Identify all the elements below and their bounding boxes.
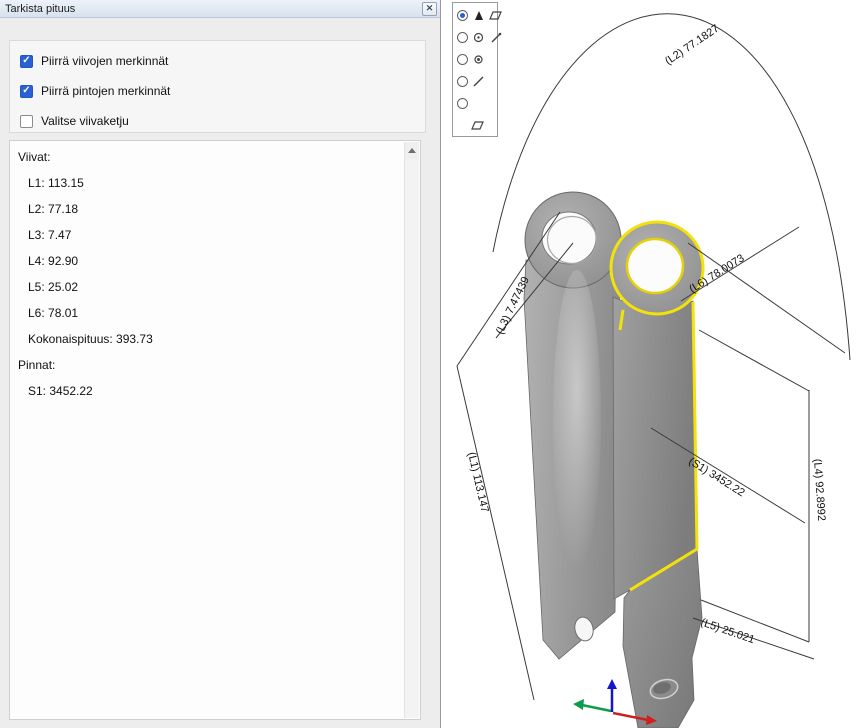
draw-line-labels-label: Piirrä viivojen merkinnät xyxy=(41,54,168,68)
filter-radio-vertex[interactable] xyxy=(457,32,468,43)
list-item: L2: 77.18 xyxy=(10,196,420,222)
filter-radio-point[interactable] xyxy=(457,54,468,65)
lines-header: Viivat: xyxy=(10,144,420,170)
draw-surface-labels-checkbox[interactable] xyxy=(20,85,33,98)
cursor-arrow-icon xyxy=(472,9,485,22)
scroll-up-icon xyxy=(408,148,416,153)
annotation-l2: (L2) 77.1827 xyxy=(663,23,721,68)
part-web-face[interactable] xyxy=(613,297,697,599)
filter-row-face-only xyxy=(457,118,494,132)
total-length-item: Kokonaispituus: 393.73 xyxy=(10,326,420,352)
triad-y-arrowhead xyxy=(573,699,584,710)
select-chain-row: Valitse viivaketju xyxy=(20,113,425,129)
filter-row-surface xyxy=(457,96,494,110)
annotation-l1: (L1) 113.147 xyxy=(465,451,491,514)
point-icon xyxy=(472,53,485,66)
selection-filter-toolbar xyxy=(452,2,498,137)
pencil-line-icon xyxy=(489,31,502,44)
filter-row-point xyxy=(457,52,494,66)
check-length-panel: Tarkista pituus ✕ Piirrä viivojen merkin… xyxy=(0,0,441,728)
filter-radio-surface[interactable] xyxy=(457,98,468,109)
filter-radio-select[interactable] xyxy=(457,10,468,21)
list-item: L6: 78.01 xyxy=(10,300,420,326)
panel-title: Tarkista pituus xyxy=(5,3,422,15)
filter-row-select xyxy=(457,8,494,22)
face-icon xyxy=(489,9,502,22)
surface-parallelogram-icon xyxy=(471,119,484,132)
options-group: Piirrä viivojen merkinnät Piirrä pintoje… xyxy=(9,40,426,133)
results-list-content: Viivat: L1: 113.15 L2: 77.18 L3: 7.47 L4… xyxy=(10,141,420,404)
part-model[interactable] xyxy=(524,192,703,728)
edge-line-icon xyxy=(472,75,485,88)
scroll-up-button[interactable] xyxy=(405,142,419,159)
surfaces-header: Pinnat: xyxy=(10,352,420,378)
draw-surface-labels-row: Piirrä pintojen merkinnät xyxy=(20,83,425,99)
draw-line-labels-row: Piirrä viivojen merkinnät xyxy=(20,53,425,69)
triad-y-axis xyxy=(582,705,611,711)
part-right-hole[interactable] xyxy=(627,239,683,293)
select-chain-checkbox[interactable] xyxy=(20,115,33,128)
viewport-3d[interactable]: (L2) 77.1827 (L6) 78.0073 (L3) 7.47439 (… xyxy=(441,0,856,728)
list-item: L3: 7.47 xyxy=(10,222,420,248)
viewport-canvas: (L2) 77.1827 (L6) 78.0073 (L3) 7.47439 (… xyxy=(441,0,856,728)
filter-radio-edge[interactable] xyxy=(457,76,468,87)
select-chain-label: Valitse viivaketju xyxy=(41,114,129,128)
dimension-line-l1 xyxy=(457,366,534,700)
annotation-l4: (L4) 92.8992 xyxy=(811,458,827,521)
panel-title-bar: Tarkista pituus ✕ xyxy=(0,0,440,18)
annotation-l5: (L5) 25.021 xyxy=(699,616,756,646)
filter-row-vertex xyxy=(457,30,494,44)
filter-row-edge xyxy=(457,74,494,88)
part-sheen xyxy=(553,270,601,570)
draw-surface-labels-label: Piirrä pintojen merkinnät xyxy=(41,84,170,98)
close-button[interactable]: ✕ xyxy=(422,2,437,16)
list-item: L4: 92.90 xyxy=(10,248,420,274)
results-list: Viivat: L1: 113.15 L2: 77.18 L3: 7.47 L4… xyxy=(9,140,421,720)
triad-z-arrowhead xyxy=(607,679,617,689)
draw-line-labels-checkbox[interactable] xyxy=(20,55,33,68)
list-item: L5: 25.02 xyxy=(10,274,420,300)
list-scrollbar[interactable] xyxy=(404,142,419,718)
circle-point-icon xyxy=(472,31,485,44)
list-item: S1: 3452.22 xyxy=(10,378,420,404)
list-item: L1: 113.15 xyxy=(10,170,420,196)
extension-line-l4-top xyxy=(699,330,809,391)
part-left-hole[interactable] xyxy=(542,212,596,264)
